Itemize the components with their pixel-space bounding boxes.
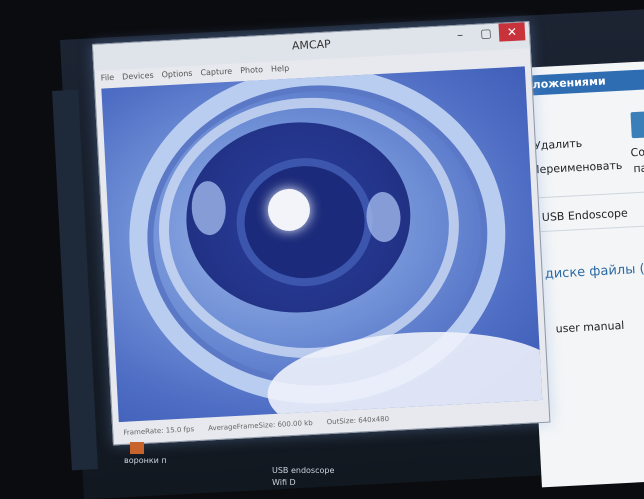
menu-file[interactable]: File bbox=[100, 70, 115, 87]
average-frame-size: AverageFrameSize: 600.00 kb bbox=[207, 418, 313, 433]
rename-button[interactable]: Переименовать bbox=[531, 159, 623, 177]
menu-photo[interactable]: Photo bbox=[240, 62, 264, 79]
delete-button[interactable]: Удалить bbox=[534, 137, 583, 153]
camera-preview[interactable] bbox=[101, 66, 543, 423]
minimize-button[interactable]: – bbox=[447, 25, 474, 44]
divider bbox=[526, 190, 644, 199]
menu-help[interactable]: Help bbox=[271, 61, 290, 78]
group-header: диске файлы (3) bbox=[544, 261, 644, 282]
new-folder-label: Соз bbox=[630, 145, 644, 160]
divider bbox=[528, 224, 644, 233]
output-size: OutSize: 640x480 bbox=[326, 414, 390, 427]
menu-devices[interactable]: Devices bbox=[122, 68, 154, 86]
new-folder-label-2: па bbox=[633, 161, 644, 176]
close-button[interactable]: ✕ bbox=[498, 22, 526, 42]
new-folder-icon[interactable] bbox=[630, 111, 644, 139]
breadcrumb[interactable]: USB Endoscope bbox=[542, 207, 629, 224]
folder-icon[interactable] bbox=[130, 442, 144, 454]
menu-capture[interactable]: Capture bbox=[200, 64, 233, 82]
desktop-item-label[interactable]: воронки п bbox=[124, 456, 167, 465]
ribbon-tab-apps[interactable]: иложениями bbox=[520, 68, 644, 96]
frame-rate: FrameRate: 15.0 fps bbox=[123, 425, 195, 437]
maximize-button[interactable]: ▢ bbox=[473, 24, 500, 43]
menu-options[interactable]: Options bbox=[161, 66, 193, 84]
file-item-user-manual[interactable]: user manual bbox=[555, 319, 624, 336]
amcap-window: AMCAP – ▢ ✕ File Devices Options Capture… bbox=[92, 21, 551, 446]
desktop-item-label[interactable]: USB endoscope bbox=[272, 466, 334, 475]
